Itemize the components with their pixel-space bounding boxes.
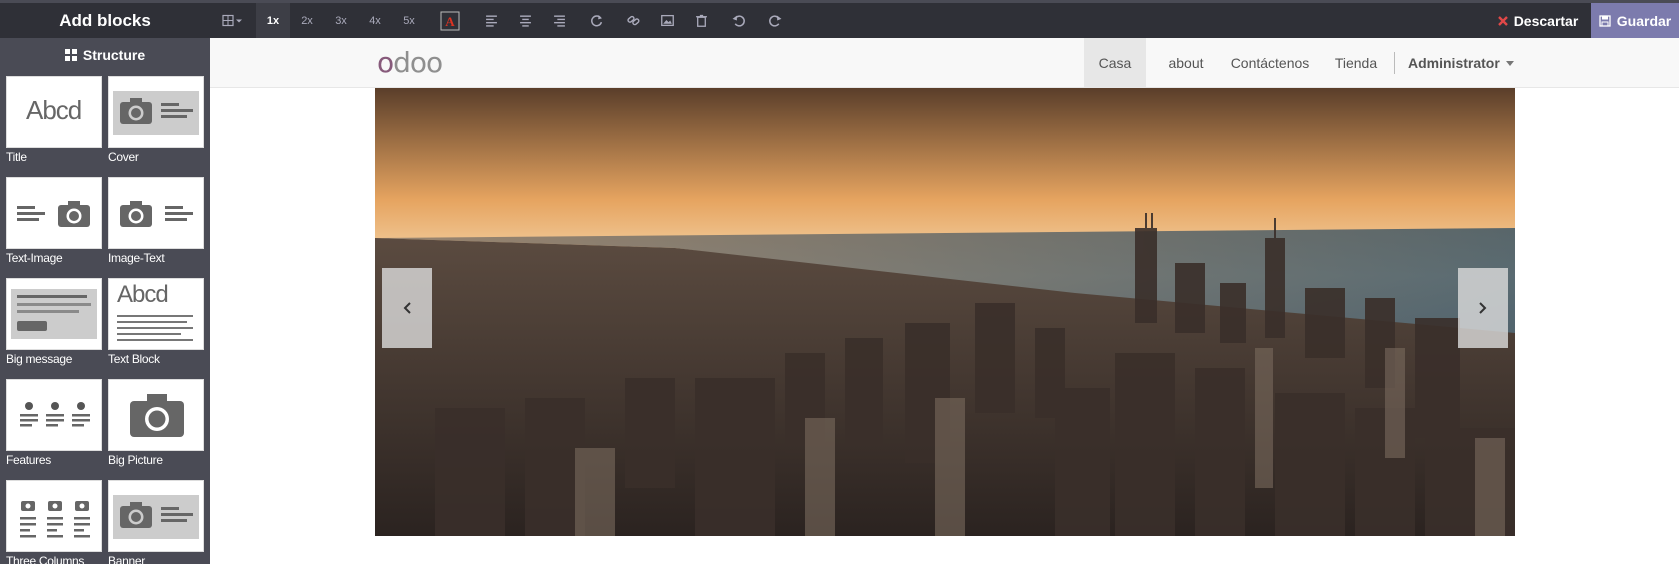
block-label: Title <box>6 150 27 164</box>
big-picture-block-icon[interactable] <box>108 379 204 451</box>
block-label: Banner <box>108 554 145 568</box>
block-three-columns[interactable]: Three Columns <box>6 480 102 568</box>
image-icon[interactable] <box>650 3 684 38</box>
structure-section-header[interactable]: Structure <box>0 38 210 72</box>
text-image-block-icon[interactable] <box>6 177 102 249</box>
block-cover[interactable]: Cover <box>108 76 204 164</box>
nav-label: Tienda <box>1334 55 1378 71</box>
image-text-block-icon[interactable] <box>108 177 204 249</box>
align-right-icon[interactable] <box>542 3 576 38</box>
block-big-message[interactable]: Big message <box>6 278 102 366</box>
block-features[interactable]: Features <box>6 379 102 467</box>
block-label: Cover <box>108 150 139 164</box>
block-label: Big Picture <box>108 453 163 467</box>
grid-dropdown-icon[interactable] <box>210 3 256 38</box>
discard-label: Descartar <box>1513 12 1579 29</box>
block-title[interactable]: Abcd Title <box>6 76 102 164</box>
panel-title: Add blocks <box>0 0 210 38</box>
blocks-panel: Add blocks Structure Abcd Title Cover Te… <box>0 0 210 568</box>
banner-block-icon[interactable] <box>108 480 204 552</box>
logo-accent: o <box>377 46 394 79</box>
size-1x-button[interactable]: 1x <box>256 3 290 38</box>
size-2x-button[interactable]: 2x <box>290 3 324 38</box>
block-label: Three Columns <box>6 554 85 568</box>
nav-item-tienda[interactable]: Tienda <box>1330 38 1382 88</box>
svg-text:A: A <box>445 14 455 29</box>
chevron-right-icon <box>1479 302 1487 314</box>
nav-item-casa[interactable]: Casa <box>1084 38 1146 88</box>
user-menu-label: Administrator <box>1408 55 1500 71</box>
nav-divider <box>1394 52 1395 74</box>
text-block-icon[interactable]: Abcd <box>108 278 204 350</box>
title-block-icon[interactable]: Abcd <box>6 76 102 148</box>
user-menu-dropdown[interactable]: Administrator <box>1408 38 1514 88</box>
website-navbar: odoo Casa about Contáctenos Tienda Admin… <box>210 38 1679 88</box>
editor-toolbar: 1x 2x 3x 4x 5x A <box>210 3 792 38</box>
block-big-picture[interactable]: Big Picture <box>108 379 204 467</box>
title-thumb-text: Abcd <box>26 95 82 125</box>
carousel-next-button[interactable] <box>1458 268 1508 348</box>
refresh-icon[interactable] <box>576 3 616 38</box>
nav-label: about <box>1168 55 1204 71</box>
grid-icon <box>64 49 77 61</box>
structure-label: Structure <box>82 47 146 63</box>
size-5x-button[interactable]: 5x <box>392 3 426 38</box>
font-color-icon[interactable]: A <box>426 3 474 38</box>
save-button[interactable]: Guardar <box>1591 3 1679 38</box>
cover-block-icon[interactable] <box>108 76 204 148</box>
carousel-prev-button[interactable] <box>382 268 432 348</box>
block-image-text[interactable]: Image-Text <box>108 177 204 265</box>
close-icon <box>1497 15 1508 26</box>
block-label: Text-Image <box>6 251 63 265</box>
odoo-logo[interactable]: odoo <box>377 46 443 79</box>
discard-button[interactable]: Descartar <box>1486 3 1590 38</box>
city-skyline-image[interactable] <box>375 88 1515 536</box>
link-icon[interactable] <box>616 3 650 38</box>
block-text-image[interactable]: Text-Image <box>6 177 102 265</box>
textblock-thumb-text: Abcd <box>117 281 169 308</box>
align-left-icon[interactable] <box>474 3 508 38</box>
big-message-block-icon[interactable] <box>6 278 102 350</box>
nav-label: Contáctenos <box>1230 55 1310 71</box>
trash-icon[interactable] <box>684 3 718 38</box>
align-center-icon[interactable] <box>508 3 542 38</box>
floppy-disk-icon <box>1599 14 1611 27</box>
chevron-left-icon <box>403 302 411 314</box>
nav-item-contactenos[interactable]: Contáctenos <box>1220 38 1320 88</box>
block-label: Image-Text <box>108 251 165 265</box>
save-label: Guardar <box>1616 12 1672 29</box>
hero-carousel[interactable] <box>375 88 1515 536</box>
block-label: Text Block <box>108 352 160 366</box>
three-columns-block-icon[interactable] <box>6 480 102 552</box>
block-banner[interactable]: Banner <box>108 480 204 568</box>
block-label: Features <box>6 453 51 467</box>
caret-down-icon <box>1505 60 1514 66</box>
size-4x-button[interactable]: 4x <box>358 3 392 38</box>
redo-icon[interactable] <box>758 3 792 38</box>
block-label: Big message <box>6 352 73 366</box>
size-3x-button[interactable]: 3x <box>324 3 358 38</box>
logo-rest: doo <box>393 46 443 79</box>
nav-item-about[interactable]: about <box>1160 38 1212 88</box>
undo-icon[interactable] <box>718 3 758 38</box>
block-text-block[interactable]: Abcd Text Block <box>108 278 204 366</box>
nav-label: Casa <box>1098 55 1132 71</box>
features-block-icon[interactable] <box>6 379 102 451</box>
